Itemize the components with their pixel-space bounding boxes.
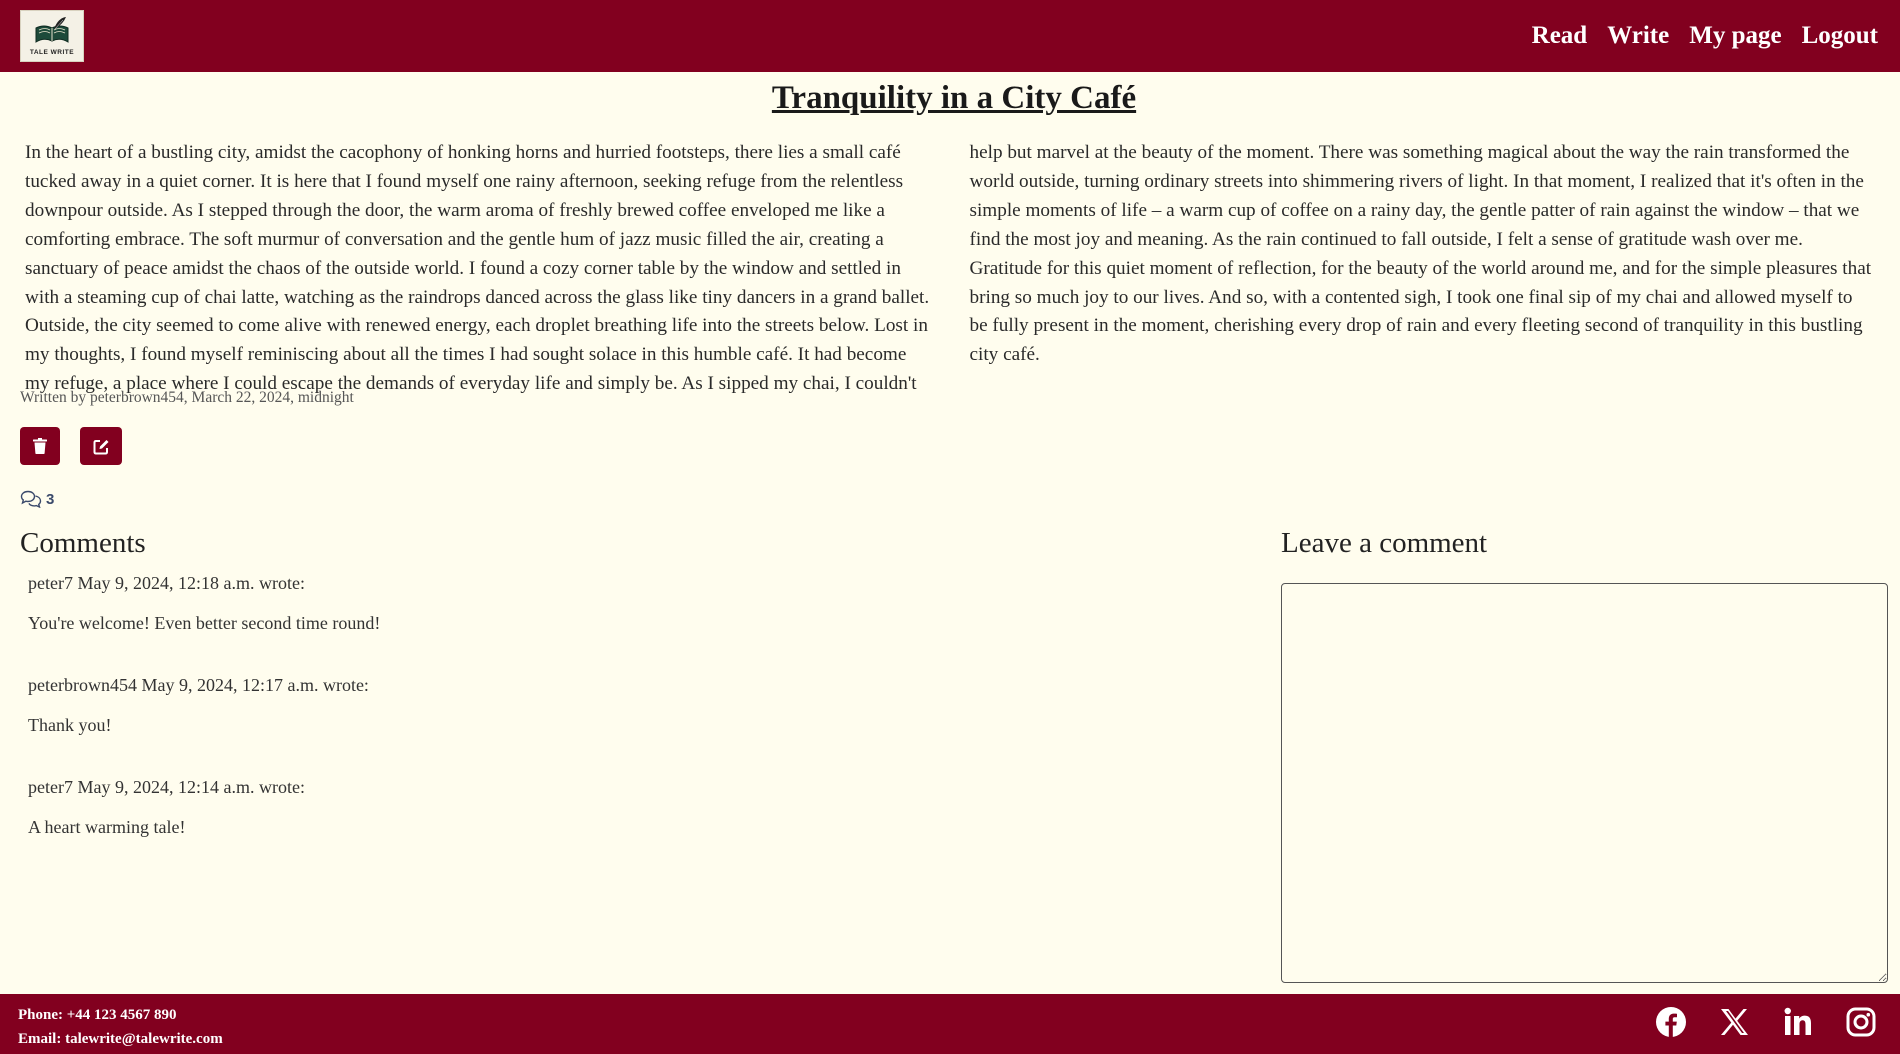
comment-body: You're welcome! Even better second time … [28, 613, 381, 633]
logo[interactable]: TALE WRITE [20, 10, 84, 62]
comment-item: peter7 May 9, 2024, 12:18 a.m. wrote: Yo… [28, 573, 380, 634]
comment-meta: peter7 May 9, 2024, 12:18 a.m. wrote: [28, 573, 305, 593]
edit-button[interactable] [80, 427, 122, 465]
main-nav: Read Write My page Logout [1532, 22, 1878, 50]
comment-body: Thank you! [28, 715, 112, 735]
comments-heading: Comments [20, 527, 146, 559]
footer-phone: Phone: +44 123 4567 890 [18, 1007, 177, 1023]
instagram-icon[interactable] [1843, 1004, 1879, 1040]
trash-icon [33, 438, 47, 454]
footer-contact: Phone: +44 123 4567 890 Email: talewrite… [18, 1003, 223, 1051]
book-quill-icon [35, 17, 69, 43]
footer: Phone: +44 123 4567 890 Email: talewrite… [0, 994, 1900, 1054]
story-title: Tranquility in a City Café [771, 80, 1137, 116]
linkedin-icon[interactable] [1780, 1004, 1816, 1040]
story-byline: Written by peterbrown454, March 22, 2024… [20, 389, 354, 406]
delete-button[interactable] [20, 427, 60, 465]
edit-icon [93, 439, 108, 454]
chat-icon [20, 490, 42, 508]
footer-email: Email: talewrite@talewrite.com [18, 1031, 223, 1047]
leave-comment-heading: Leave a comment [1281, 527, 1488, 559]
comment-meta: peterbrown454 May 9, 2024, 12:17 a.m. wr… [28, 675, 369, 695]
logo-text: TALE WRITE [29, 49, 75, 56]
nav-write[interactable]: Write [1607, 22, 1669, 50]
navbar: TALE WRITE Read Write My page Logout [0, 0, 1900, 72]
facebook-icon[interactable] [1653, 1004, 1689, 1040]
comment-textarea[interactable] [1281, 583, 1888, 983]
nav-logout[interactable]: Logout [1802, 22, 1878, 50]
comment-item: peterbrown454 May 9, 2024, 12:17 a.m. wr… [28, 675, 369, 736]
nav-read[interactable]: Read [1532, 22, 1588, 50]
comment-meta: peter7 May 9, 2024, 12:14 a.m. wrote: [28, 777, 305, 797]
x-icon[interactable] [1716, 1004, 1752, 1040]
comment-item: peter7 May 9, 2024, 12:14 a.m. wrote: A … [28, 777, 305, 838]
story-body: In the heart of a bustling city, amidst … [25, 142, 1872, 395]
comment-count[interactable]: 3 [20, 490, 54, 508]
comment-count-value: 3 [46, 490, 55, 508]
nav-my-page[interactable]: My page [1689, 22, 1781, 50]
comment-body: A heart warming tale! [28, 817, 186, 837]
